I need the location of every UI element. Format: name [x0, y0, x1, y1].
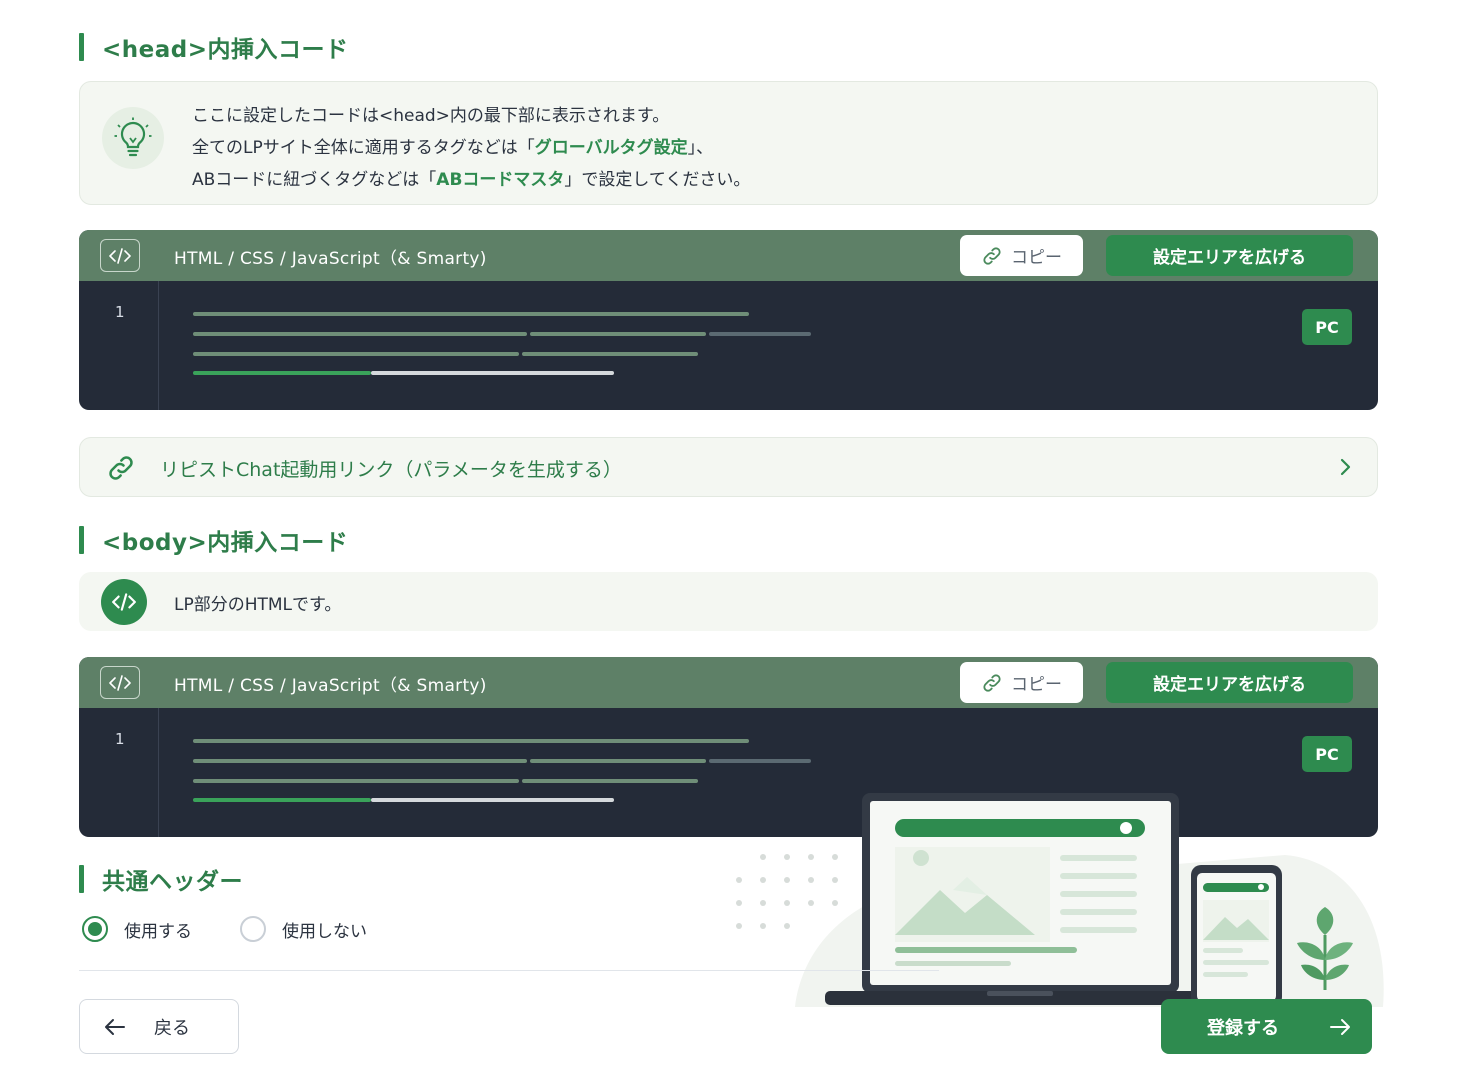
editor-language-title: HTML / CSS / JavaScript（& Smarty) — [174, 676, 487, 696]
radio-option-not-use[interactable]: 使用しない — [240, 916, 367, 942]
common-header-title: 共通ヘッダー — [79, 864, 243, 895]
common-header-radio-group: 使用する 使用しない — [82, 914, 367, 944]
arrow-right-icon — [1330, 1018, 1350, 1035]
title-accent-bar — [79, 33, 84, 61]
radio-dot — [88, 922, 102, 936]
info-line-1: ここに設定したコードは<head>内の最下部に表示されます。 — [192, 106, 670, 126]
code-line-placeholder — [709, 759, 811, 763]
back-button[interactable]: 戻る — [79, 999, 239, 1054]
radio-button[interactable] — [240, 916, 266, 942]
code-line-placeholder — [371, 371, 614, 375]
info-line-3-pre: ABコードに紐づくタグなどは「 — [192, 170, 437, 190]
code-line-placeholder — [193, 371, 371, 375]
pc-badge: PC — [1302, 309, 1352, 345]
info-line-3: ABコードに紐づくタグなどは「ABコードマスタ」で設定してください。 — [192, 164, 750, 196]
lightbulb-icon — [102, 107, 164, 169]
body-section-title-text: <body>内挿入コード — [102, 530, 349, 556]
code-line-placeholder — [522, 779, 698, 783]
code-line-placeholder — [193, 312, 749, 316]
head-section-title-text: <head>内挿入コード — [102, 37, 349, 63]
copy-button[interactable]: コピー — [960, 235, 1083, 276]
copy-button[interactable]: コピー — [960, 662, 1083, 703]
link-icon — [983, 246, 1001, 265]
code-icon — [101, 579, 147, 625]
code-line-placeholder — [371, 798, 614, 802]
code-line-placeholder — [193, 779, 519, 783]
ab-code-master-link[interactable]: ABコードマスタ — [436, 170, 564, 190]
chat-link-row[interactable]: リピストChat起動用リンク（パラメータを生成する） — [79, 437, 1378, 497]
body-info-text: LP部分のHTMLです。 — [174, 595, 342, 615]
code-line-placeholder — [522, 352, 698, 356]
editor-header: HTML / CSS / JavaScript（& Smarty) コピー 設定… — [79, 230, 1378, 281]
link-icon — [983, 673, 1001, 692]
common-header-title-text: 共通ヘッダー — [102, 869, 243, 895]
body-section-title: <body>内挿入コード — [79, 525, 349, 556]
radio-option-use[interactable]: 使用する — [82, 916, 192, 942]
pc-badge: PC — [1302, 736, 1352, 772]
info-line-2-post: 」、 — [687, 138, 714, 158]
code-icon — [100, 666, 140, 699]
global-tag-settings-link[interactable]: グローバルタグ設定 — [535, 138, 688, 158]
expand-area-button[interactable]: 設定エリアを広げる — [1106, 235, 1353, 276]
title-accent-bar — [79, 526, 84, 554]
code-line-placeholder — [709, 332, 811, 336]
line-gutter — [79, 281, 159, 410]
info-line-3-post: 」で設定してください。 — [564, 170, 751, 190]
code-line-placeholder — [193, 352, 519, 356]
expand-area-button[interactable]: 設定エリアを広げる — [1106, 662, 1353, 703]
head-section-title: <head>内挿入コード — [79, 32, 349, 63]
code-line-placeholder — [193, 798, 371, 802]
devices-illustration — [736, 793, 1384, 1007]
back-button-label: 戻る — [154, 1017, 190, 1039]
code-line-placeholder — [193, 739, 749, 743]
copy-button-label: コピー — [1011, 248, 1062, 268]
copy-button-label: コピー — [1011, 675, 1062, 695]
title-accent-bar — [79, 865, 84, 893]
code-line-placeholder — [193, 332, 527, 336]
line-gutter — [79, 708, 159, 837]
code-line-placeholder — [530, 759, 706, 763]
line-number: 1 — [115, 303, 125, 321]
link-icon — [109, 456, 133, 480]
chat-link-label: リピストChat起動用リンク（パラメータを生成する） — [160, 459, 622, 481]
editor-language-title: HTML / CSS / JavaScript（& Smarty) — [174, 249, 487, 269]
code-icon — [100, 239, 140, 272]
code-line-placeholder — [530, 332, 706, 336]
chevron-right-icon — [1340, 458, 1351, 476]
submit-button[interactable]: 登録する — [1161, 999, 1372, 1054]
radio-label: 使用する — [124, 921, 192, 942]
arrow-left-icon — [105, 1018, 125, 1035]
info-line-2-pre: 全てのLPサイト全体に適用するタグなどは「 — [192, 138, 535, 158]
head-info-box: ここに設定したコードは<head>内の最下部に表示されます。 全てのLPサイト全… — [79, 81, 1378, 205]
radio-label: 使用しない — [282, 921, 367, 942]
divider — [79, 970, 939, 971]
line-number: 1 — [115, 730, 125, 748]
editor-header: HTML / CSS / JavaScript（& Smarty) コピー 設定… — [79, 657, 1378, 708]
info-line-2: 全てのLPサイト全体に適用するタグなどは「グローバルタグ設定」、 — [192, 132, 750, 164]
submit-button-label: 登録する — [1207, 1017, 1279, 1039]
head-code-editor[interactable]: HTML / CSS / JavaScript（& Smarty) コピー 設定… — [79, 230, 1378, 410]
head-info-text: ここに設定したコードは<head>内の最下部に表示されます。 全てのLPサイト全… — [192, 100, 750, 196]
code-line-placeholder — [193, 759, 527, 763]
radio-button[interactable] — [82, 916, 108, 942]
body-info-box: LP部分のHTMLです。 — [79, 572, 1378, 631]
